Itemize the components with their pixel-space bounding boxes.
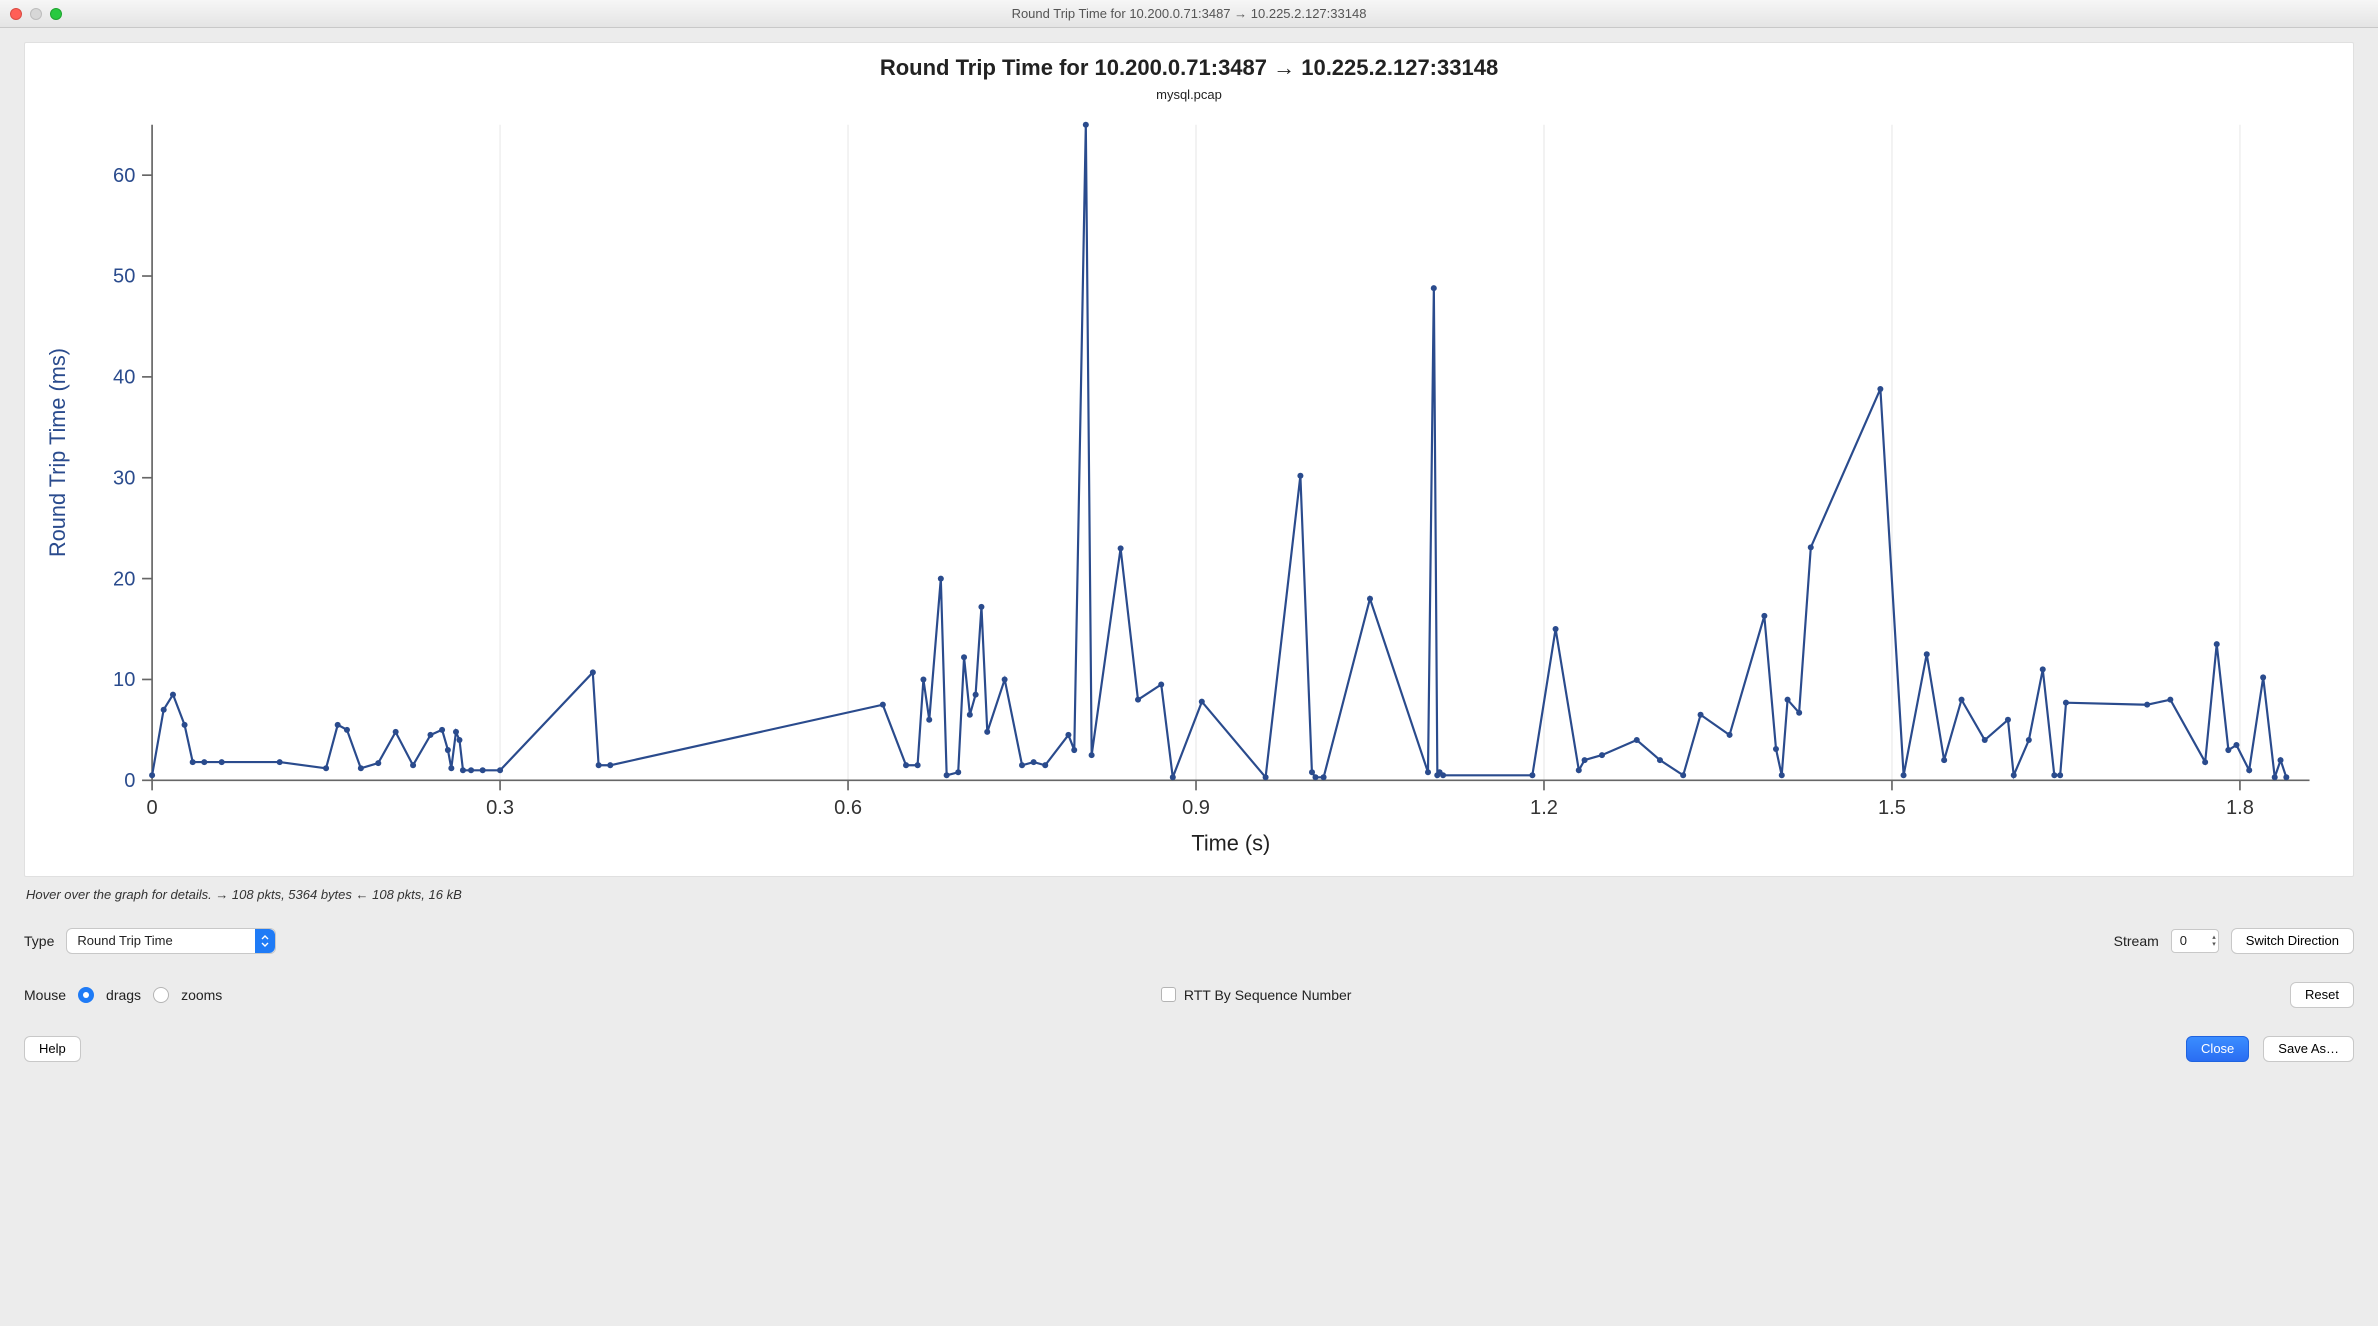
type-select-value: Round Trip Time — [77, 933, 172, 948]
svg-text:0.3: 0.3 — [486, 797, 514, 819]
reset-button[interactable]: Reset — [2290, 982, 2354, 1008]
hover-stats: Hover over the graph for details. → 108 … — [26, 887, 2352, 902]
mouse-zooms-label: zooms — [181, 987, 222, 1003]
svg-text:1.2: 1.2 — [1530, 797, 1558, 819]
svg-text:Round Trip Time (ms): Round Trip Time (ms) — [45, 348, 70, 557]
controls-row-2: Mouse drags zooms RTT By Sequence Number… — [24, 982, 2354, 1008]
window-title: Round Trip Time for 10.200.0.71:3487 → 1… — [0, 6, 2378, 21]
controls-row-1: Type Round Trip Time Stream 0 ▴▾ Switch … — [24, 928, 2354, 954]
mouse-drags-label: drags — [106, 987, 141, 1003]
chart-area[interactable]: 0 10 20 30 40 50 60 0 0.3 0.6 0.9 1.2 1.5 1.8 Time (s)… — [35, 108, 2343, 864]
mouse-label: Mouse — [24, 987, 66, 1003]
window: Round Trip Time for 10.200.0.71:3487 → 1… — [0, 0, 2378, 1326]
close-button[interactable]: Close — [2186, 1036, 2249, 1062]
svg-text:50: 50 — [113, 266, 135, 288]
close-icon[interactable] — [10, 8, 22, 20]
stream-label: Stream — [2114, 933, 2159, 949]
type-label: Type — [24, 933, 54, 949]
chart-panel: Round Trip Time for 10.200.0.71:3487 → 1… — [24, 42, 2354, 877]
svg-text:1.8: 1.8 — [2226, 797, 2254, 819]
traffic-lights — [10, 8, 62, 20]
svg-text:0: 0 — [124, 770, 135, 792]
svg-text:0.9: 0.9 — [1182, 797, 1210, 819]
chevron-updown-icon — [255, 929, 275, 953]
svg-text:0: 0 — [147, 797, 158, 819]
chart-subtitle: mysql.pcap — [35, 87, 2343, 102]
minimize-icon[interactable] — [30, 8, 42, 20]
svg-text:40: 40 — [113, 367, 135, 389]
svg-text:60: 60 — [113, 165, 135, 187]
switch-direction-button[interactable]: Switch Direction — [2231, 928, 2354, 954]
stepper-icon: ▴▾ — [2212, 934, 2216, 948]
mouse-drags-radio[interactable] — [78, 987, 94, 1003]
rtt-seq-label: RTT By Sequence Number — [1184, 987, 1352, 1003]
chart-title: Round Trip Time for 10.200.0.71:3487 → 1… — [35, 55, 2343, 81]
footer-row: Help Close Save As… — [24, 1036, 2354, 1062]
help-button[interactable]: Help — [24, 1036, 81, 1062]
type-select[interactable]: Round Trip Time — [66, 928, 276, 954]
svg-text:1.5: 1.5 — [1878, 797, 1906, 819]
svg-text:0.6: 0.6 — [834, 797, 862, 819]
svg-text:20: 20 — [113, 568, 135, 590]
titlebar[interactable]: Round Trip Time for 10.200.0.71:3487 → 1… — [0, 0, 2378, 28]
mouse-zooms-radio[interactable] — [153, 987, 169, 1003]
svg-text:30: 30 — [113, 467, 135, 489]
zoom-icon[interactable] — [50, 8, 62, 20]
svg-text:Time (s): Time (s) — [1191, 831, 1270, 856]
svg-text:10: 10 — [113, 669, 135, 691]
stream-value: 0 — [2180, 933, 2187, 948]
content-area: Round Trip Time for 10.200.0.71:3487 → 1… — [0, 28, 2378, 1326]
stream-stepper[interactable]: 0 ▴▾ — [2171, 929, 2219, 953]
save-as-button[interactable]: Save As… — [2263, 1036, 2354, 1062]
rtt-seq-checkbox[interactable] — [1161, 987, 1176, 1002]
